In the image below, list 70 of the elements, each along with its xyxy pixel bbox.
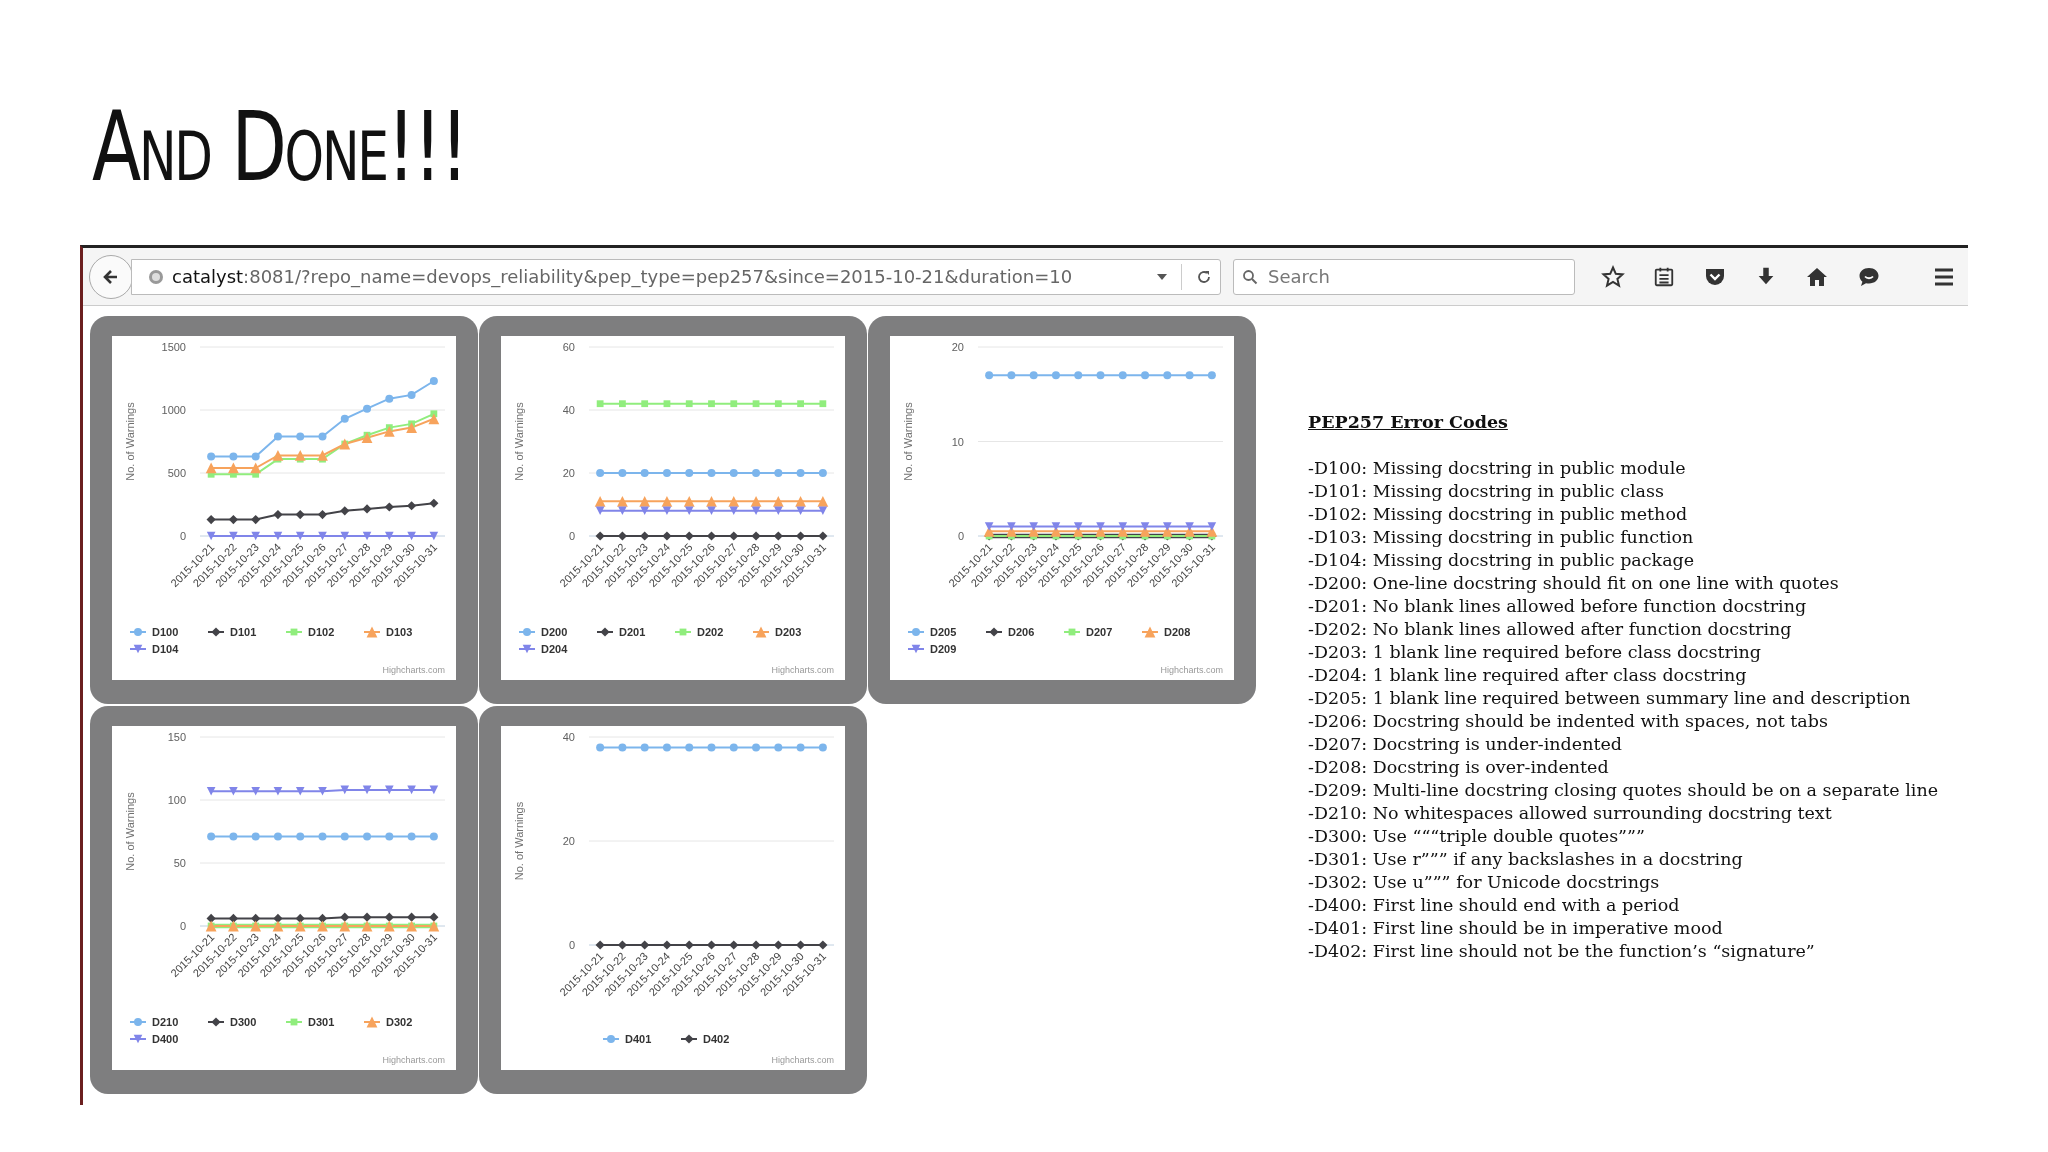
- section-heading: PEP257 Error Codes: [1308, 411, 1508, 434]
- y-axis-title: No. of Warnings: [124, 402, 136, 481]
- y-tick-label: 1000: [161, 404, 186, 416]
- legend-label: D301: [308, 1016, 335, 1028]
- y-tick-label: 40: [562, 731, 575, 743]
- error-code-text: -D300: Use “““triple double quotes”””: [1308, 825, 1646, 848]
- legend-label: D208: [1164, 626, 1191, 638]
- y-tick-label: 60: [562, 341, 575, 353]
- legend-label: D204: [541, 643, 569, 655]
- legend-label: D103: [386, 626, 413, 638]
- legend-label: D300: [230, 1016, 257, 1028]
- url-text: catalyst:8081/?repo_name=devops_reliability&pep_type=pep257&since=2015-10-21&duration=10: [172, 266, 1074, 287]
- legend-label: D205: [930, 626, 957, 638]
- error-code-text: -D302: Use u””” for Unicode docstrings: [1308, 871, 1661, 894]
- y-tick-label: 40: [562, 404, 575, 416]
- legend-label: D101: [230, 626, 257, 638]
- y-tick-label: 20: [562, 835, 575, 847]
- error-code-text: -D400: First line should end with a period: [1308, 894, 1681, 917]
- error-code-text: -D401: First line should be in imperative mood: [1308, 917, 1724, 940]
- legend-label: D302: [386, 1016, 413, 1028]
- y-tick-label: 500: [167, 467, 186, 479]
- legend-label: D206: [1008, 626, 1035, 638]
- error-code-text: -D102: Missing docstring in public method: [1308, 503, 1689, 526]
- error-code-text: -D204: 1 blank line required after class docstring: [1308, 664, 1748, 687]
- legend-label: D207: [1086, 626, 1113, 638]
- y-axis-title: No. of Warnings: [124, 792, 136, 871]
- error-code-text: -D207: Docstring is under-indented: [1308, 733, 1623, 756]
- error-code-text: -D210: No whitespaces allowed surrounding docstring text: [1308, 802, 1833, 825]
- error-code-text: -D402: First line should not be the function’s “signature”: [1308, 940, 1816, 963]
- error-code-text: -D200: One-line docstring should fit on one line with quotes: [1308, 572, 1840, 595]
- legend-label: D400: [152, 1033, 179, 1045]
- y-tick-label: 20: [951, 341, 964, 353]
- error-code-text: -D201: No blank lines allowed before function docstring: [1308, 595, 1808, 618]
- y-tick-label: 20: [562, 467, 575, 479]
- error-code-text: -D203: 1 blank line required before class docstring: [1308, 641, 1763, 664]
- error-code-text: -D101: Missing docstring in public class: [1308, 480, 1665, 503]
- legend-label: D402: [703, 1033, 730, 1045]
- error-code-text: -D104: Missing docstring in public package: [1308, 549, 1696, 572]
- error-code-text: -D301: Use r””” if any backslashes in a docstring: [1308, 848, 1744, 871]
- y-tick-label: 10: [951, 435, 964, 448]
- legend-label: D102: [308, 626, 335, 638]
- error-code-text: -D100: Missing docstring in public module: [1308, 457, 1687, 480]
- y-axis-title: No. of Warnings: [902, 402, 914, 481]
- legend-label: D203: [775, 626, 802, 638]
- y-tick-label: 0: [179, 530, 186, 542]
- error-code-text: -D205: 1 blank line required between summary line and description: [1308, 687, 1912, 710]
- error-code-text: -D103: Missing docstring in public function: [1308, 526, 1695, 549]
- y-tick-label: 50: [173, 857, 186, 869]
- y-tick-label: 0: [568, 939, 575, 951]
- legend-label: D202: [697, 626, 724, 638]
- error-code-text: -D206: Docstring should be indented with spaces, not tabs: [1308, 710, 1829, 733]
- legend-label: D210: [152, 1016, 179, 1028]
- y-tick-label: 1500: [161, 341, 186, 353]
- legend-label: D209: [930, 643, 957, 655]
- slide-title: And Done!!!: [92, 92, 467, 202]
- error-code-text: -D208: Docstring is over-indented: [1308, 756, 1610, 779]
- y-tick-label: 0: [568, 530, 575, 542]
- y-tick-label: 150: [167, 731, 186, 743]
- y-tick-label: 0: [179, 920, 186, 932]
- legend-label: D401: [625, 1033, 652, 1045]
- error-code-text: -D202: No blank lines allowed after function docstring: [1308, 618, 1793, 641]
- legend-label: D104: [152, 643, 180, 655]
- y-axis-title: No. of Warnings: [513, 801, 525, 881]
- error-code-text: -D209: Multi-line docstring closing quotes should be on a separate line: [1308, 779, 1939, 802]
- legend-label: D201: [619, 626, 646, 638]
- legend-label: D200: [541, 626, 568, 638]
- legend-label: D100: [152, 626, 179, 638]
- y-tick-label: 0: [957, 530, 964, 542]
- y-axis-title: No. of Warnings: [513, 402, 525, 481]
- y-tick-label: 100: [167, 794, 186, 806]
